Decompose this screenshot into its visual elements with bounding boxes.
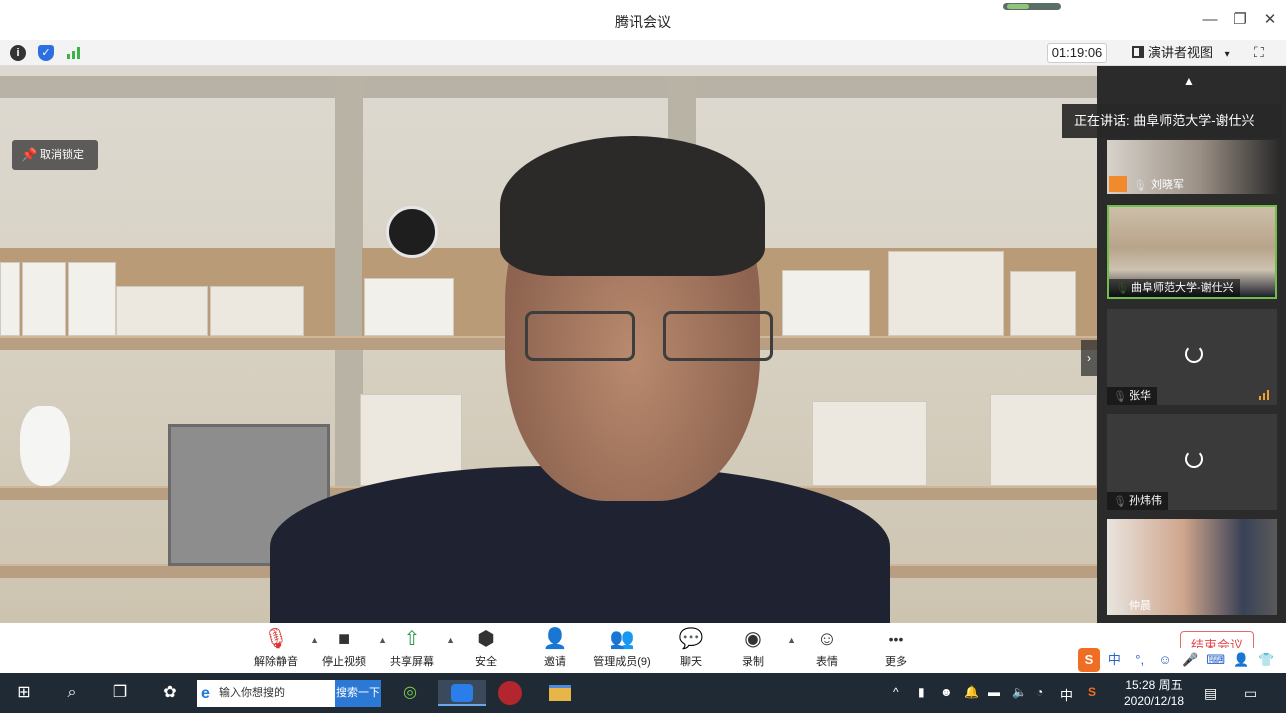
volume-icon[interactable]: 🔈	[1012, 685, 1027, 699]
pin-icon: 📌	[21, 147, 38, 162]
more-button[interactable]: ••• 更多	[861, 627, 931, 669]
speaker-figure	[270, 136, 890, 623]
meeting-info-bar: i ✓ 01:19:06 演讲者视图 ▾ ⛶	[0, 40, 1286, 66]
browser-icon: e	[201, 685, 210, 702]
ime-punctuation-mode[interactable]: °,	[1129, 648, 1151, 672]
participant-tile[interactable]: 🎙 孙炜伟	[1107, 414, 1277, 510]
info-icon[interactable]: i	[10, 45, 26, 61]
shield-icon: ⬢	[477, 628, 495, 650]
app-red-icon[interactable]	[496, 680, 524, 706]
window-title: 腾讯会议	[615, 14, 671, 30]
more-icon: •••	[888, 631, 904, 647]
stop-video-button[interactable]: ■ 停止视频 ▲	[309, 627, 387, 669]
speaker-view-icon	[1132, 46, 1144, 58]
ime-user-icon[interactable]: 👤	[1230, 648, 1252, 672]
close-button[interactable]: ✕	[1260, 10, 1280, 30]
ime-voice-icon[interactable]: 🎤	[1179, 648, 1201, 672]
unlock-label: 取消锁定	[40, 149, 84, 161]
search-icon[interactable]: ⌕	[58, 680, 86, 706]
taskbar-clock[interactable]: 15:28 周五 2020/12/18	[1118, 677, 1190, 709]
signal-icon	[1259, 390, 1269, 400]
search-input[interactable]: e 输入你想搜的	[197, 680, 335, 707]
main-video[interactable]: 📌 取消锁定 ›	[0, 66, 1097, 623]
participant-name: 孙炜伟	[1107, 492, 1168, 510]
app-icon[interactable]: ✿	[156, 680, 184, 706]
drag-handle[interactable]	[1003, 3, 1061, 10]
manage-members-button[interactable]: 👥 管理成员(9)	[587, 627, 657, 669]
add-user-icon: 👤	[542, 628, 568, 650]
meeting-timer: 01:19:06	[1047, 43, 1107, 63]
task-view-icon[interactable]: ❐	[106, 680, 134, 706]
participant-tile[interactable]: 🎙 仲晨	[1107, 519, 1277, 615]
participant-tile[interactable]: 🎙 张华	[1107, 309, 1277, 405]
usb-icon[interactable]: ▮	[918, 685, 925, 699]
sogou-tray-icon[interactable]: S	[1088, 685, 1096, 699]
ime-skin-icon[interactable]: 👕	[1255, 648, 1277, 672]
shield-icon[interactable]: ✓	[38, 45, 54, 61]
emoji-icon: ☺	[816, 628, 838, 650]
clock-time: 15:28 周五	[1125, 678, 1183, 692]
speaking-indicator: 正在讲话: 曲阜师范大学-谢仕兴	[1062, 104, 1282, 138]
chat-button[interactable]: 💬 聊天	[656, 627, 726, 669]
members-icon: 👥	[609, 628, 635, 650]
participant-name: 仲晨	[1129, 600, 1151, 612]
restore-button[interactable]: ❐	[1230, 10, 1250, 30]
ime-emoji-icon[interactable]: ☺	[1154, 648, 1176, 672]
notification-icon[interactable]: ▭	[1244, 685, 1257, 702]
share-screen-icon: ⇧	[403, 628, 421, 650]
signal-icon[interactable]	[66, 45, 82, 61]
ime-chinese-mode[interactable]: 中	[1103, 648, 1125, 672]
record-button[interactable]: ◉ 录制 ▲	[718, 627, 796, 669]
title-bar: 腾讯会议 — ❐ ✕	[0, 0, 1286, 40]
chevron-up-icon[interactable]: ^	[893, 685, 899, 699]
search-button[interactable]: 搜索一下	[335, 680, 381, 707]
host-avatar-icon	[1109, 176, 1127, 192]
bell-icon[interactable]: 🔔	[964, 685, 979, 699]
participant-name: 刘晓军	[1151, 179, 1184, 191]
view-mode-dropdown[interactable]: 演讲者视图 ▾	[1132, 44, 1230, 62]
file-explorer-icon[interactable]	[546, 680, 574, 706]
participant-name: 张华	[1107, 387, 1157, 405]
chevron-down-icon: ▾	[1224, 49, 1230, 60]
unmute-button[interactable]: 🎙 解除静音 ▲	[241, 627, 319, 669]
emoji-button[interactable]: ☺ 表情	[792, 627, 862, 669]
wifi-icon[interactable]: ◔	[1036, 685, 1043, 699]
scroll-up-icon[interactable]: ▲	[1183, 74, 1195, 88]
qq-icon[interactable]: ☻	[940, 685, 953, 699]
windows-start-icon[interactable]: ⊞	[10, 680, 38, 706]
fullscreen-icon[interactable]: ⛶	[1254, 44, 1270, 60]
collapse-sidebar-button[interactable]: ›	[1081, 340, 1097, 376]
battery-icon[interactable]: ▬	[988, 685, 1000, 699]
loading-icon	[1185, 345, 1203, 363]
sogou-logo-icon[interactable]: S	[1078, 648, 1100, 672]
invite-button[interactable]: 👤 邀请	[520, 627, 590, 669]
tencent-meeting-icon[interactable]	[438, 680, 486, 706]
record-icon: ◉	[744, 628, 762, 650]
muted-mic-icon: 🎙	[263, 628, 289, 650]
taskbar: ⊞ ⌕ ❐ ✿ e 输入你想搜的 搜索一下 ◎ ^ ▮ ☻ 🔔 ▬ 🔈 ◔ 中 …	[0, 673, 1286, 713]
browser-360-icon[interactable]: ◎	[396, 680, 424, 706]
loading-icon	[1185, 450, 1203, 468]
ime-toolbar: S 中 °, ☺ 🎤 ⌨ 👤 👕 ▦	[1076, 648, 1286, 691]
vase-prop	[20, 406, 70, 486]
video-camera-icon: ■	[337, 628, 351, 650]
clock-date: 2020/12/18	[1123, 694, 1185, 708]
notes-icon[interactable]: ▤	[1204, 685, 1217, 702]
view-mode-label: 演讲者视图	[1148, 45, 1214, 60]
tray-ime-label[interactable]: 中	[1060, 685, 1073, 704]
security-button[interactable]: ⬢ 安全	[451, 627, 521, 669]
share-screen-button[interactable]: ⇧ 共享屏幕 ▲	[377, 627, 455, 669]
search-placeholder: 输入你想搜的	[219, 687, 285, 699]
ime-keyboard-icon[interactable]: ⌨	[1205, 648, 1227, 672]
participant-tile-active[interactable]: 🎙 曲阜师范大学-谢仕兴	[1107, 205, 1277, 299]
participant-name: 曲阜师范大学-谢仕兴	[1109, 279, 1240, 297]
unlock-pin-button[interactable]: 📌 取消锁定	[12, 140, 98, 170]
minimize-button[interactable]: —	[1200, 10, 1220, 30]
participant-tile[interactable]: 🎙 刘晓军	[1107, 140, 1277, 194]
chat-icon: 💬	[678, 628, 704, 650]
